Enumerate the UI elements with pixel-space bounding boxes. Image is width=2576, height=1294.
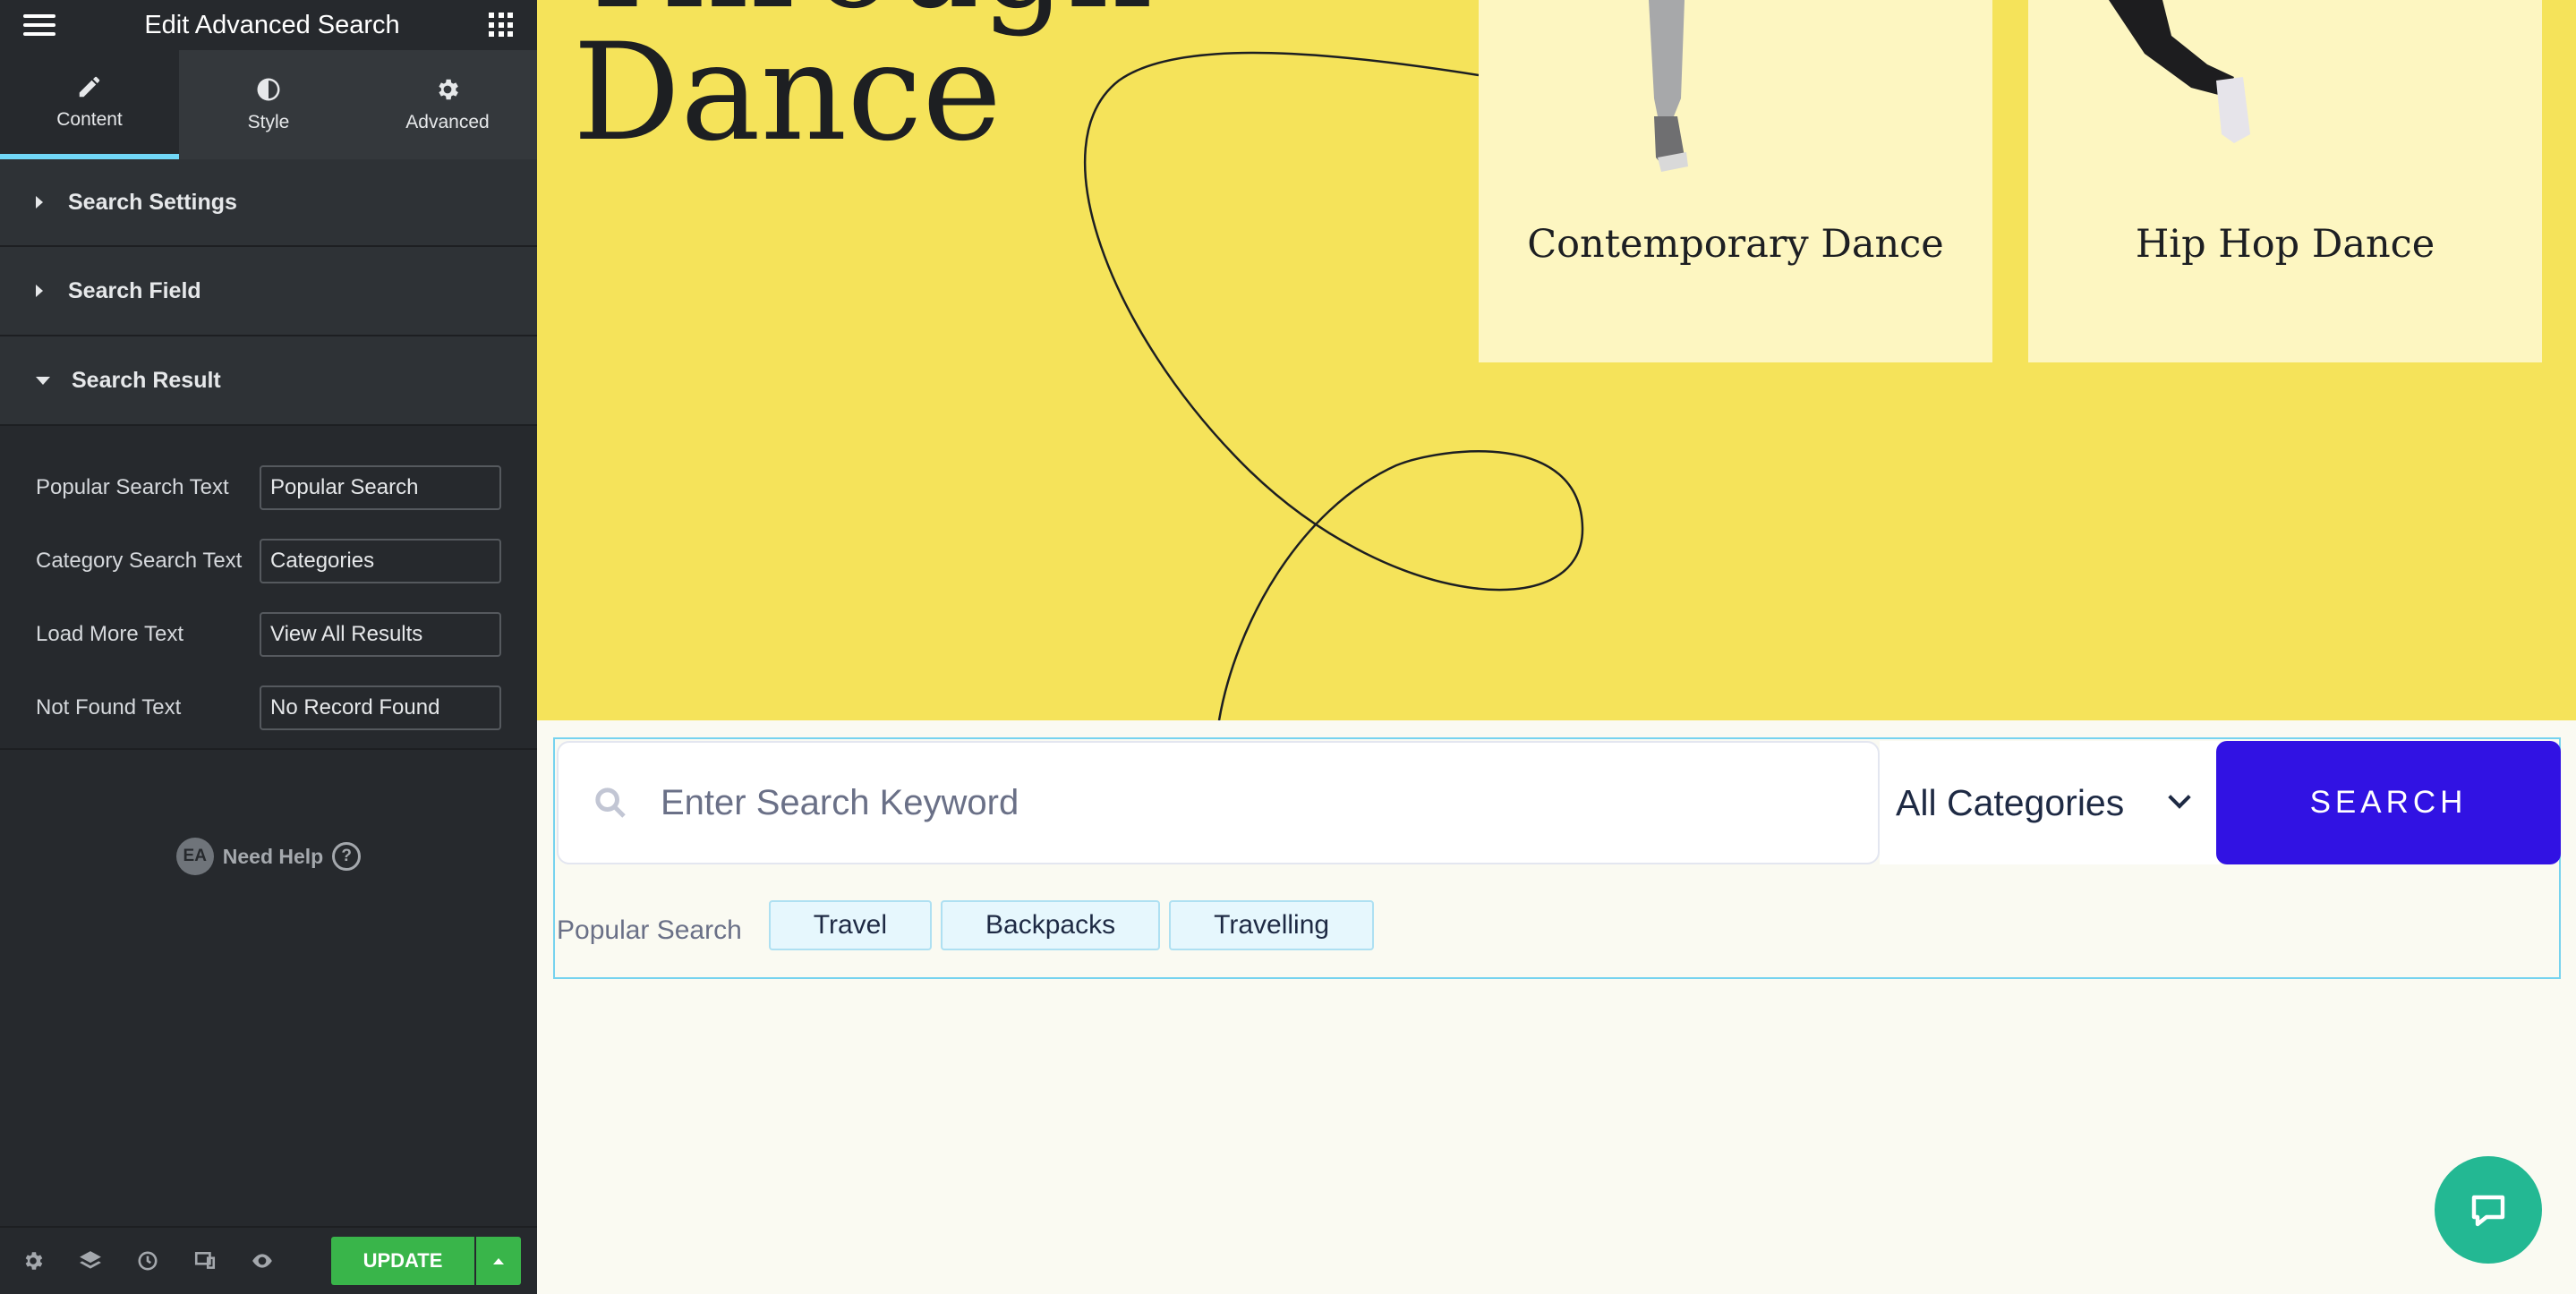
section-search-field[interactable]: Search Field xyxy=(0,247,537,336)
popular-tag[interactable]: Travelling xyxy=(1169,900,1375,950)
widgets-grid-icon[interactable] xyxy=(488,13,514,38)
section-search-result[interactable]: Search Result xyxy=(0,336,537,426)
category-select-value: All Categories xyxy=(1896,781,2125,823)
field-popular-search-text: Popular Search Text xyxy=(0,451,537,524)
search-icon xyxy=(595,787,626,818)
panel-header: Edit Advanced Search xyxy=(0,0,537,50)
chat-support-button[interactable] xyxy=(2435,1156,2542,1264)
panel-title: Edit Advanced Search xyxy=(144,10,400,39)
section-label: Search Field xyxy=(68,277,201,303)
chat-bubble-icon xyxy=(2471,1195,2505,1227)
field-label: Category Search Text xyxy=(36,549,243,573)
eye-preview-icon[interactable] xyxy=(251,1249,274,1273)
update-group: UPDATE xyxy=(331,1237,521,1285)
field-not-found-text: Not Found Text xyxy=(0,671,537,745)
section-search-settings[interactable]: Search Settings xyxy=(0,159,537,247)
hero-title-line2: Dance xyxy=(573,15,1002,171)
popular-search-row: Popular Search Travel Backpacks Travelli… xyxy=(557,900,1383,950)
editor-panel: Edit Advanced Search Content Style Advan… xyxy=(0,0,537,1294)
popular-search-label: Popular Search xyxy=(557,915,742,945)
tab-label: Content xyxy=(56,109,123,130)
search-button[interactable]: SEARCH xyxy=(2216,741,2561,864)
layers-icon[interactable] xyxy=(79,1249,102,1273)
dancer-legs-image xyxy=(1649,0,1688,172)
question-icon: ? xyxy=(332,842,362,871)
history-icon[interactable] xyxy=(136,1249,159,1273)
load-more-text-input[interactable] xyxy=(260,612,501,657)
popular-tag[interactable]: Travel xyxy=(768,900,933,950)
tab-label: Style xyxy=(247,112,290,132)
field-label: Not Found Text xyxy=(36,695,182,719)
field-label: Load More Text xyxy=(36,622,183,646)
tab-content[interactable]: Content xyxy=(0,50,179,159)
panel-tabs: Content Style Advanced xyxy=(0,50,537,159)
dance-card-contemporary[interactable]: Contemporary Dance xyxy=(1479,0,1992,362)
update-options-button[interactable] xyxy=(476,1237,521,1285)
search-input[interactable] xyxy=(661,782,1824,823)
dance-card-hip-hop[interactable]: Hip Hop Dance xyxy=(2028,0,2542,362)
chevron-down-icon xyxy=(2168,786,2191,809)
caret-right-icon xyxy=(36,196,43,209)
field-label: Popular Search Text xyxy=(36,475,229,499)
tab-advanced[interactable]: Advanced xyxy=(358,50,537,159)
settings-gear-icon[interactable] xyxy=(21,1249,45,1273)
panel-footer: UPDATE xyxy=(0,1226,537,1294)
hero-title: Through Dance xyxy=(573,0,1153,171)
responsive-mode-icon[interactable] xyxy=(193,1249,217,1273)
hero-section: Through Dance Contemporary Dance Hip Hop… xyxy=(537,0,2576,720)
pencil-icon xyxy=(79,76,100,98)
dancer-legs-image xyxy=(2109,0,2250,143)
need-help-link[interactable]: EA Need Help ? xyxy=(0,838,537,875)
need-help-label: Need Help xyxy=(222,844,324,868)
caret-up-icon xyxy=(493,1257,504,1264)
section-label: Search Settings xyxy=(68,189,237,215)
category-select[interactable]: All Categories xyxy=(1880,741,2220,864)
search-field[interactable] xyxy=(557,741,1880,864)
advanced-search-widget: All Categories SEARCH Popular Search Tra… xyxy=(553,737,2561,979)
section-label: Search Result xyxy=(72,367,221,393)
card-label: Hip Hop Dance xyxy=(2135,222,2435,267)
field-category-search-text: Category Search Text xyxy=(0,524,537,598)
update-button[interactable]: UPDATE xyxy=(331,1237,474,1285)
half-circle-icon xyxy=(257,78,280,101)
caret-right-icon xyxy=(36,285,43,297)
category-search-text-input[interactable] xyxy=(260,539,501,583)
gear-icon xyxy=(439,79,458,100)
tab-style[interactable]: Style xyxy=(179,50,358,159)
field-load-more-text: Load More Text xyxy=(0,598,537,671)
caret-down-icon xyxy=(36,376,50,385)
not-found-text-input[interactable] xyxy=(260,685,501,730)
search-result-fields: Popular Search Text Category Search Text… xyxy=(0,426,537,750)
popular-search-text-input[interactable] xyxy=(260,465,501,510)
tab-label: Advanced xyxy=(405,112,490,132)
popular-tag[interactable]: Backpacks xyxy=(941,900,1161,950)
card-label: Contemporary Dance xyxy=(1527,222,1944,267)
ea-logo-icon: EA xyxy=(175,838,214,875)
hamburger-menu-icon[interactable] xyxy=(23,14,55,36)
